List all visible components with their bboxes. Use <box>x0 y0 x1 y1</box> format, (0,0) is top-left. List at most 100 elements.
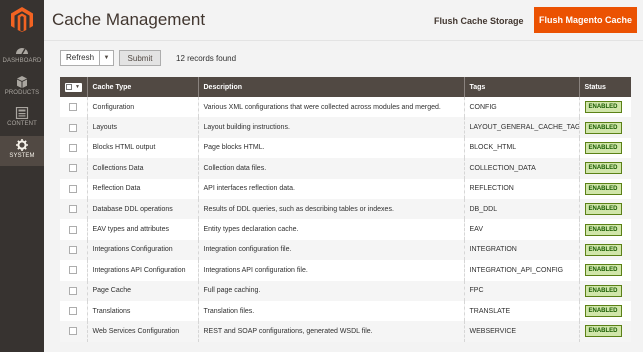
cache-type-cell: Translations <box>86 300 198 322</box>
row-select-cell <box>60 321 87 342</box>
layout-icon <box>15 107 29 119</box>
status-badge: ENABLED <box>584 162 622 175</box>
table-row: Layouts Layout building instructions. LAYO… <box>60 117 631 138</box>
sidebar-item-label: DASHBOARD <box>2 58 42 64</box>
cache-grid: ▼ Cache Type Description Tags Status Con… <box>60 77 631 342</box>
description-cell: REST and SOAP configurations, generated … <box>197 321 464 342</box>
row-checkbox[interactable] <box>69 164 77 173</box>
table-row: Integrations API Configuration Integratio… <box>60 260 631 281</box>
row-checkbox[interactable] <box>69 225 77 234</box>
table-row: Configuration Various XML configurations … <box>60 97 631 118</box>
status-badge: ENABLED <box>584 121 622 134</box>
sidebar-item-label: CONTENT <box>7 121 37 127</box>
status-cell: ENABLED <box>578 178 631 199</box>
tags-cell: COLLECTION_DATA <box>463 158 579 179</box>
status-cell: ENABLED <box>578 97 631 118</box>
row-checkbox[interactable] <box>69 307 77 316</box>
row-select-cell <box>60 239 87 261</box>
row-checkbox[interactable] <box>69 103 77 112</box>
description-cell: Full page caching. <box>197 280 464 301</box>
tags-cell: INTEGRATION_API_CONFIG <box>463 260 579 281</box>
status-badge: ENABLED <box>584 284 622 297</box>
description-cell: Results of DDL queries, such as describi… <box>197 198 464 220</box>
mass-action-select-value: Refresh <box>66 53 95 62</box>
mass-select-checkbox[interactable]: ▼ <box>65 82 82 92</box>
magento-logo-icon[interactable] <box>9 6 35 32</box>
status-cell: ENABLED <box>578 280 631 301</box>
row-checkbox[interactable] <box>69 143 77 152</box>
tags-cell: REFLECTION <box>463 178 579 199</box>
cache-type-cell: Layouts <box>86 117 198 138</box>
status-cell: ENABLED <box>578 300 631 322</box>
row-checkbox[interactable] <box>69 266 77 275</box>
row-checkbox[interactable] <box>69 327 77 336</box>
table-row: Translations Translation files. TRANSLATE E… <box>60 300 631 322</box>
sidebar-item-system[interactable]: SYSTEM <box>0 136 44 166</box>
column-header-status: Status <box>578 77 631 97</box>
status-cell: ENABLED <box>578 321 631 342</box>
row-checkbox[interactable] <box>69 205 77 214</box>
row-select-cell <box>60 219 87 240</box>
tags-cell: FPC <box>463 280 579 301</box>
speedometer-icon <box>16 48 28 55</box>
cache-type-cell: Page Cache <box>86 280 198 301</box>
status-cell: ENABLED <box>578 239 631 261</box>
status-cell: ENABLED <box>578 260 631 281</box>
page-title: Cache Management <box>52 10 206 29</box>
flush-magento-cache-button[interactable]: Flush Magento Cache <box>534 7 637 33</box>
caret-down-icon: ▼ <box>75 83 80 90</box>
flush-cache-storage-button[interactable]: Flush Cache Storage <box>426 8 532 33</box>
tags-cell: WEBSERVICE <box>463 321 579 342</box>
description-cell: Integration configuration file. <box>197 239 464 261</box>
cache-type-cell: Configuration <box>86 97 198 118</box>
row-select-cell <box>60 300 87 322</box>
description-cell: Collection data files. <box>197 158 464 179</box>
table-row: Database DDL operations Results of DDL qu… <box>60 198 631 220</box>
table-row: Page Cache Full page caching. FPC ENABLED <box>60 280 631 301</box>
sidebar-item-dashboard[interactable]: DASHBOARD <box>0 44 44 80</box>
row-select-cell <box>60 260 87 281</box>
cache-type-cell: Reflection Data <box>86 178 198 199</box>
description-cell: Entity types declaration cache. <box>197 219 464 240</box>
description-cell: Translation files. <box>197 300 464 322</box>
cache-type-cell: Web Services Configuration <box>86 321 198 342</box>
tags-cell: INTEGRATION <box>463 239 579 261</box>
description-cell: Layout building instructions. <box>197 117 464 138</box>
tags-cell: EAV <box>463 219 579 240</box>
tags-cell: TRANSLATE <box>463 300 579 322</box>
table-row: EAV types and attributes Entity types dec… <box>60 219 631 240</box>
status-badge: ENABLED <box>584 203 622 216</box>
sidebar-item-label: SYSTEM <box>9 153 35 159</box>
row-select-cell <box>60 158 87 179</box>
table-row: Collections Data Collection data files. CO… <box>60 158 631 179</box>
status-badge: ENABLED <box>584 101 622 114</box>
cache-type-cell: Collections Data <box>86 158 198 179</box>
row-select-cell <box>60 137 87 159</box>
row-checkbox[interactable] <box>69 123 77 132</box>
row-select-cell <box>60 97 87 118</box>
tags-cell: DB_DDL <box>463 198 579 220</box>
cache-type-cell: Integrations Configuration <box>86 239 198 261</box>
mass-action-select[interactable]: Refresh ▼ <box>60 50 114 66</box>
description-cell: Page blocks HTML. <box>197 137 464 159</box>
column-header-tags: Tags <box>463 77 579 97</box>
cache-type-cell: Blocks HTML output <box>86 137 198 159</box>
description-cell: API interfaces reflection data. <box>197 178 464 199</box>
description-cell: Various XML configurations that were col… <box>197 97 464 118</box>
table-row: Integrations Configuration Integration co… <box>60 239 631 261</box>
status-badge: ENABLED <box>584 141 622 154</box>
status-badge: ENABLED <box>584 325 622 338</box>
table-row: Web Services Configuration REST and SOAP … <box>60 321 631 342</box>
submit-button[interactable]: Submit <box>119 50 161 66</box>
description-cell: Integrations API configuration file. <box>197 260 464 281</box>
cube-icon <box>17 76 27 88</box>
row-checkbox[interactable] <box>69 286 77 295</box>
cache-type-cell: Database DDL operations <box>86 198 198 220</box>
row-checkbox[interactable] <box>69 245 77 254</box>
tags-cell: BLOCK_HTML <box>463 137 579 159</box>
mass-select-header[interactable]: ▼ <box>60 77 87 97</box>
row-select-cell <box>60 178 87 199</box>
column-header-description: Description <box>197 77 464 97</box>
status-cell: ENABLED <box>578 117 631 138</box>
row-checkbox[interactable] <box>69 184 77 193</box>
